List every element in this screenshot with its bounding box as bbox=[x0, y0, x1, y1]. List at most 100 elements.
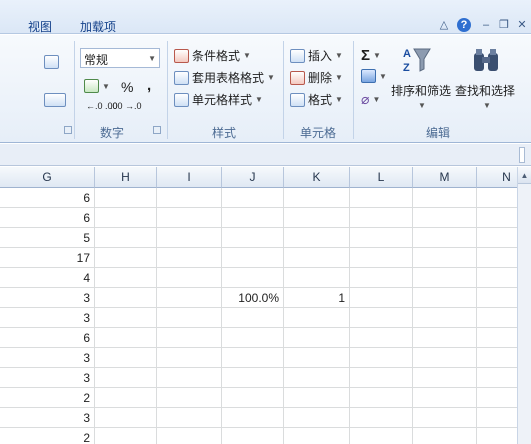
cell-m[interactable] bbox=[413, 248, 477, 268]
cell-k[interactable] bbox=[284, 368, 350, 388]
cell-k[interactable] bbox=[284, 348, 350, 368]
cell-g[interactable]: 4 bbox=[0, 268, 95, 288]
minimize-ribbon-icon[interactable]: △ bbox=[437, 18, 451, 32]
help-icon[interactable]: ? bbox=[457, 18, 471, 32]
cell-m[interactable] bbox=[413, 328, 477, 348]
vertical-scrollbar[interactable]: ▲ bbox=[517, 167, 531, 444]
column-header-h[interactable]: H bbox=[95, 167, 157, 188]
cell-i[interactable] bbox=[157, 268, 222, 288]
cell-j[interactable] bbox=[222, 388, 284, 408]
cell-m[interactable] bbox=[413, 228, 477, 248]
cell-k[interactable] bbox=[284, 428, 350, 444]
cell-l[interactable] bbox=[350, 268, 413, 288]
alignment-launcher-icon[interactable] bbox=[64, 126, 72, 134]
cell-j[interactable] bbox=[222, 368, 284, 388]
worksheet-grid[interactable]: G H I J K L M N 6 6 5 17 4 3 100.0% 1 3 6 3 3 2 3 2 bbox=[0, 167, 531, 444]
cell-h[interactable] bbox=[95, 308, 157, 328]
cell-h[interactable] bbox=[95, 368, 157, 388]
cell-j[interactable] bbox=[222, 428, 284, 444]
sort-filter-button[interactable]: 排序和筛选 bbox=[391, 82, 451, 99]
cell-g[interactable]: 5 bbox=[0, 228, 95, 248]
cell-styles-button[interactable]: 单元格样式 ▼ bbox=[174, 91, 263, 108]
cell-j[interactable] bbox=[222, 348, 284, 368]
cell-i[interactable] bbox=[157, 248, 222, 268]
cell-l[interactable] bbox=[350, 248, 413, 268]
cell-h[interactable] bbox=[95, 348, 157, 368]
cell-l[interactable] bbox=[350, 388, 413, 408]
cell-j[interactable] bbox=[222, 268, 284, 288]
cell-g[interactable]: 3 bbox=[0, 348, 95, 368]
cell-i[interactable] bbox=[157, 388, 222, 408]
cell-l[interactable] bbox=[350, 208, 413, 228]
format-as-table-button[interactable]: 套用表格格式 ▼ bbox=[174, 69, 275, 86]
tab-add-ins[interactable]: 加载项 bbox=[80, 18, 116, 35]
cell-l[interactable] bbox=[350, 348, 413, 368]
cell-l[interactable] bbox=[350, 308, 413, 328]
cell-k[interactable]: 1 bbox=[284, 288, 350, 308]
cell-g[interactable]: 6 bbox=[0, 188, 95, 208]
cell-m[interactable] bbox=[413, 288, 477, 308]
cell-m[interactable] bbox=[413, 188, 477, 208]
cell-k[interactable] bbox=[284, 328, 350, 348]
cell-l[interactable] bbox=[350, 188, 413, 208]
column-header-g[interactable]: G bbox=[0, 167, 95, 188]
cell-m[interactable] bbox=[413, 428, 477, 444]
formula-bar-expand[interactable] bbox=[519, 147, 525, 163]
cell-h[interactable] bbox=[95, 428, 157, 444]
close-window-icon[interactable]: ✕ bbox=[515, 18, 529, 32]
cell-l[interactable] bbox=[350, 328, 413, 348]
cell-j[interactable] bbox=[222, 408, 284, 428]
cell-j[interactable] bbox=[222, 228, 284, 248]
cell-g[interactable]: 17 bbox=[0, 248, 95, 268]
cell-i[interactable] bbox=[157, 228, 222, 248]
cell-i[interactable] bbox=[157, 208, 222, 228]
cell-i[interactable] bbox=[157, 368, 222, 388]
fill-button[interactable]: ▼ bbox=[361, 69, 387, 83]
cell-k[interactable] bbox=[284, 308, 350, 328]
cell-k[interactable] bbox=[284, 248, 350, 268]
cell-i[interactable] bbox=[157, 188, 222, 208]
format-button[interactable]: 格式 ▼ bbox=[290, 91, 343, 108]
number-format-select[interactable]: 常规 ▼ bbox=[80, 48, 160, 68]
cell-g[interactable]: 6 bbox=[0, 328, 95, 348]
column-header-j[interactable]: J bbox=[222, 167, 284, 188]
cell-l[interactable] bbox=[350, 228, 413, 248]
cell-k[interactable] bbox=[284, 408, 350, 428]
cell-m[interactable] bbox=[413, 368, 477, 388]
cell-g[interactable]: 6 bbox=[0, 208, 95, 228]
cell-i[interactable] bbox=[157, 348, 222, 368]
column-header-m[interactable]: M bbox=[413, 167, 477, 188]
wrap-text-icon[interactable] bbox=[44, 55, 59, 69]
delete-button[interactable]: 删除 ▼ bbox=[290, 69, 343, 86]
cell-j[interactable] bbox=[222, 248, 284, 268]
cell-i[interactable] bbox=[157, 308, 222, 328]
cell-h[interactable] bbox=[95, 208, 157, 228]
cell-m[interactable] bbox=[413, 208, 477, 228]
column-header-i[interactable]: I bbox=[157, 167, 222, 188]
autosum-button[interactable]: Σ ▼ bbox=[361, 47, 381, 64]
merge-center-icon[interactable] bbox=[44, 93, 66, 107]
cell-h[interactable] bbox=[95, 248, 157, 268]
cell-h[interactable] bbox=[95, 288, 157, 308]
decrease-decimal-button[interactable]: .00 →.0 bbox=[110, 101, 142, 111]
cell-m[interactable] bbox=[413, 388, 477, 408]
cell-k[interactable] bbox=[284, 208, 350, 228]
cell-j[interactable]: 100.0% bbox=[222, 288, 284, 308]
cell-g[interactable]: 3 bbox=[0, 308, 95, 328]
cell-m[interactable] bbox=[413, 348, 477, 368]
comma-style-button[interactable]: , bbox=[147, 77, 151, 94]
cell-g[interactable]: 3 bbox=[0, 288, 95, 308]
cell-j[interactable] bbox=[222, 208, 284, 228]
cell-h[interactable] bbox=[95, 228, 157, 248]
cell-i[interactable] bbox=[157, 428, 222, 444]
cell-g[interactable]: 2 bbox=[0, 388, 95, 408]
clear-button[interactable]: ⌀ ▼ bbox=[361, 91, 380, 108]
percent-style-button[interactable]: % bbox=[121, 79, 133, 95]
column-header-k[interactable]: K bbox=[284, 167, 350, 188]
cell-j[interactable] bbox=[222, 188, 284, 208]
cell-m[interactable] bbox=[413, 268, 477, 288]
cell-k[interactable] bbox=[284, 268, 350, 288]
insert-button[interactable]: 插入 ▼ bbox=[290, 47, 343, 64]
cell-l[interactable] bbox=[350, 368, 413, 388]
cell-l[interactable] bbox=[350, 408, 413, 428]
